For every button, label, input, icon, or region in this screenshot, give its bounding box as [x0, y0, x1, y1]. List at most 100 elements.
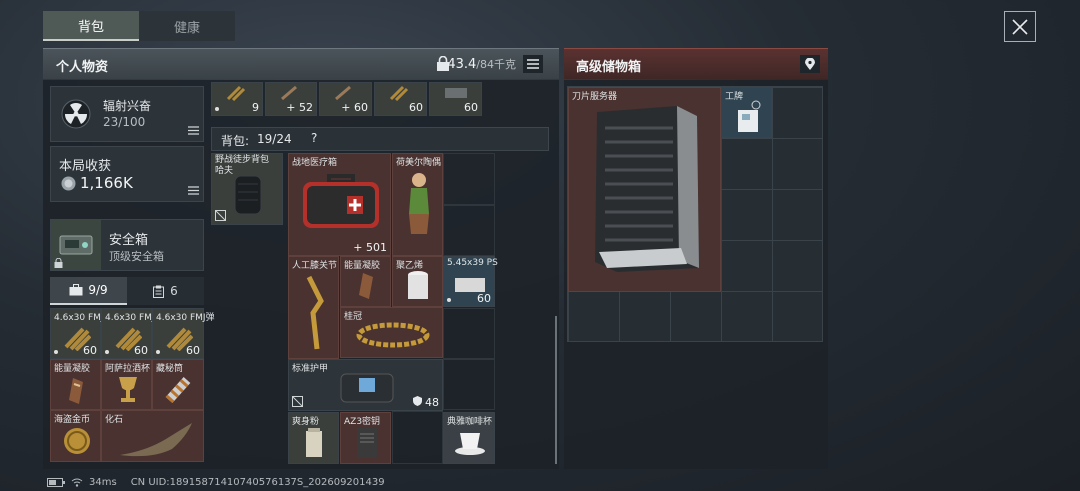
- safe-item[interactable]: 阿萨拉酒杯: [101, 359, 152, 410]
- empty-cell: [392, 411, 443, 464]
- medkit-count: 501: [366, 241, 387, 254]
- tab-backpack[interactable]: 背包: [43, 11, 139, 41]
- storage-title: 高级储物箱: [576, 60, 642, 75]
- briefcase-icon: [69, 284, 83, 296]
- energy-gel-icon: [69, 378, 83, 404]
- earnings-value: 1,166K: [80, 174, 133, 192]
- scrollbar[interactable]: [555, 316, 557, 464]
- tab-safe-items[interactable]: 9/9: [50, 277, 127, 305]
- item-title: 人工膝关节: [292, 261, 338, 271]
- safe-box-card[interactable]: 安全箱 顶级安全箱: [50, 219, 204, 271]
- safe-items-grid: 4.6x30 FMJ弹 60 4.6x30 FMJ弹 60 4.6x30 FMJ…: [50, 308, 215, 464]
- radiation-card[interactable]: 辐射兴奋 23/100: [50, 86, 204, 142]
- item-title: 能量凝胶: [344, 261, 381, 271]
- safe-item[interactable]: 海盗金币: [50, 410, 101, 462]
- item-title: 战地医疗箱: [292, 158, 338, 168]
- safe-item[interactable]: 能量凝胶: [50, 359, 101, 410]
- item-count: + 501: [353, 241, 387, 254]
- list-icon: [527, 59, 539, 69]
- powder-can-icon: [306, 428, 322, 457]
- close-icon: [1012, 18, 1028, 35]
- item-title: 藏秘筒: [156, 364, 184, 374]
- armor-icon: [340, 373, 394, 403]
- clipboard-icon: [153, 285, 165, 298]
- porcelain-item[interactable]: 荷美尔陶偶: [392, 153, 443, 256]
- no-insure-icon: [215, 210, 226, 221]
- knee-item[interactable]: 人工膝关节: [288, 256, 339, 359]
- item-count: + 52: [286, 101, 313, 114]
- laurel-item[interactable]: 桂冠: [340, 307, 443, 358]
- item-title: 爽身粉: [292, 417, 320, 427]
- fossil-icon: [120, 423, 192, 457]
- powder-item[interactable]: 爽身粉: [288, 412, 339, 464]
- strip-item[interactable]: 60: [374, 82, 427, 116]
- radiation-icon: [61, 99, 91, 129]
- weight-readout: 43.4/84千克: [447, 57, 516, 72]
- gold-coin-icon: [64, 428, 90, 454]
- personal-title: 个人物资: [56, 60, 109, 75]
- item-count: 60: [134, 344, 148, 357]
- strip-item[interactable]: 60: [429, 82, 482, 116]
- empty-cell: [443, 153, 495, 205]
- energy-gel-icon: [359, 273, 373, 299]
- strip-item[interactable]: + 52: [265, 82, 317, 116]
- keycard-icon: [357, 428, 377, 458]
- earnings-label: 本局收获: [59, 159, 112, 174]
- container-tabs: 9/9 6: [50, 277, 204, 305]
- laurel-icon: [356, 322, 430, 348]
- polyethylene-item[interactable]: 聚乙烯: [392, 256, 443, 307]
- close-button[interactable]: [1004, 11, 1036, 42]
- backpack-grid: 战地医疗箱 + 501 荷美尔陶偶 人工膝关节 能量凝胶 聚乙烯 5.45x39…: [288, 153, 498, 464]
- item-title: 4.6x30 FMJ弹: [156, 313, 215, 323]
- dot-icon: [156, 350, 160, 354]
- item-title: 标准护甲: [292, 364, 329, 374]
- ammo-icon: [389, 85, 409, 101]
- location-button[interactable]: [800, 55, 820, 73]
- ammo-545-item[interactable]: 5.45x39 PS 60: [443, 256, 498, 307]
- backpack-capacity: 19/24: [257, 132, 292, 146]
- roll-icon: [408, 271, 428, 299]
- ammo-icon: [226, 85, 246, 101]
- location-pin-icon: [805, 58, 815, 70]
- item-title: 阿萨拉酒杯: [105, 364, 151, 374]
- badge-item[interactable]: 工牌: [721, 87, 772, 138]
- goblet-icon: [119, 377, 137, 402]
- sort-list-button[interactable]: [523, 55, 543, 73]
- storage-grid: 刀片服务器 工牌: [567, 86, 823, 342]
- strip-item[interactable]: 9: [211, 82, 263, 116]
- az3-key-item[interactable]: AZ3密钥: [340, 412, 391, 464]
- safe-item[interactable]: 4.6x30 FMJ弹 60: [152, 308, 215, 359]
- backpack-slot[interactable]: 野战徒步背包 哈夫: [211, 153, 283, 225]
- dot-icon: [447, 298, 451, 302]
- ammo-box-icon: [445, 88, 467, 98]
- medkit-item[interactable]: 战地医疗箱 + 501: [288, 153, 391, 256]
- tab-key-items[interactable]: 6: [127, 277, 204, 305]
- strip-item[interactable]: + 60: [319, 82, 372, 116]
- earnings-card[interactable]: 本局收获 1,166K: [50, 146, 204, 202]
- item-count: 60: [186, 344, 200, 357]
- coffee-cup-item[interactable]: 典雅咖啡杯: [443, 412, 495, 464]
- syringe-icon: [281, 85, 297, 101]
- radiation-label: 辐射兴奋: [103, 99, 152, 113]
- tab-health[interactable]: 健康: [139, 11, 235, 41]
- safe-item[interactable]: 4.6x30 FMJ弹 60: [50, 308, 113, 359]
- item-count: + 60: [341, 101, 368, 114]
- medkit-icon: [303, 174, 379, 228]
- top-item-strip: 9 + 52 + 60 60 60: [211, 82, 486, 116]
- armor-durability: 48: [425, 396, 439, 409]
- tab-safe-count: 9/9: [88, 283, 108, 297]
- personal-header: 个人物资 43.4/84千克: [43, 48, 559, 79]
- armor-item[interactable]: 标准护甲 48: [288, 359, 443, 411]
- safe-box-icon: [59, 235, 93, 255]
- item-title: 5.45x39 PS: [447, 258, 498, 268]
- item-count: 60: [409, 101, 423, 114]
- blade-server-item[interactable]: 刀片服务器: [568, 87, 721, 292]
- no-insure-icon: [292, 396, 303, 407]
- energy-gel-item[interactable]: 能量凝胶: [340, 256, 391, 307]
- safe-item[interactable]: 化石: [101, 410, 204, 462]
- safe-item[interactable]: 4.6x30 FMJ弹 60: [101, 308, 164, 359]
- item-title: 刀片服务器: [572, 92, 618, 102]
- safe-item[interactable]: 藏秘筒: [152, 359, 204, 410]
- help-icon[interactable]: ?: [311, 131, 317, 145]
- backpack-header: 背包: 19/24 ?: [211, 127, 549, 151]
